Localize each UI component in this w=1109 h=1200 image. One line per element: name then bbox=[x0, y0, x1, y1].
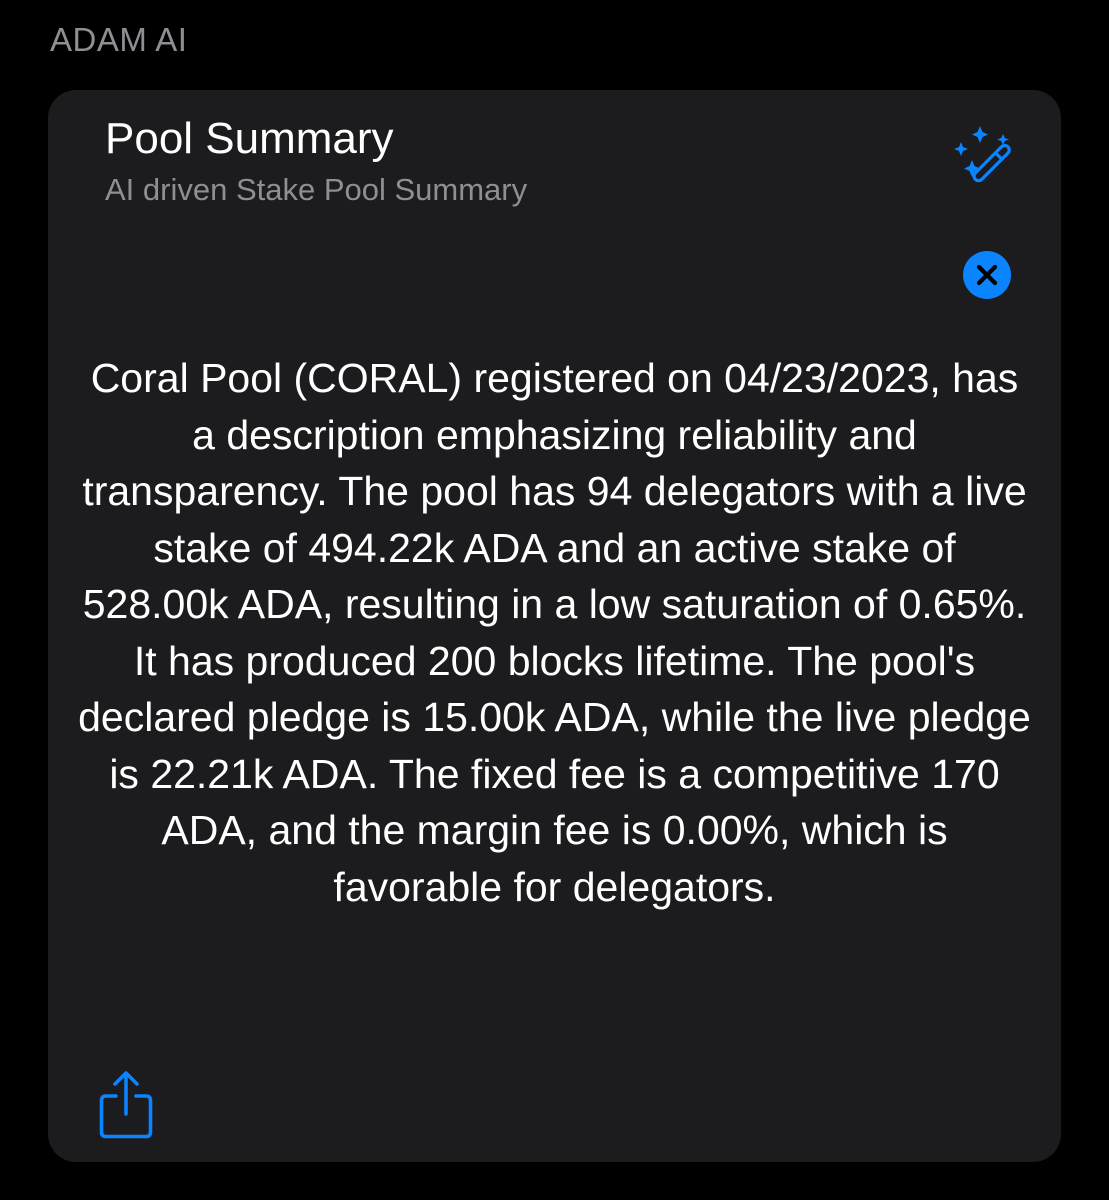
magic-wand-icon bbox=[952, 126, 1020, 190]
close-icon bbox=[976, 264, 998, 286]
share-button[interactable] bbox=[96, 1068, 158, 1142]
pool-summary-text: Coral Pool (CORAL) registered on 04/23/2… bbox=[78, 355, 1031, 910]
pool-summary-card: Pool Summary AI driven Stake Pool Summar… bbox=[48, 90, 1061, 1162]
card-subtitle: AI driven Stake Pool Summary bbox=[105, 172, 528, 207]
close-button[interactable] bbox=[963, 251, 1011, 299]
section-header: ADAM AI bbox=[50, 21, 188, 58]
share-icon bbox=[99, 1071, 153, 1139]
card-title: Pool Summary bbox=[105, 114, 394, 163]
